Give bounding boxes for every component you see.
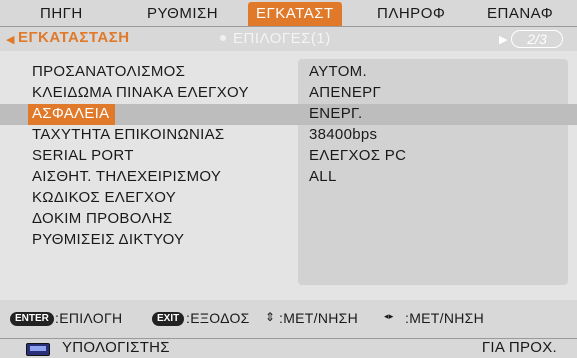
advanced-label: ΓΙΑ ΠΡΟΧ. — [481, 339, 557, 356]
up-down-hint: :ΜΕΤ/ΝΗΣΗ — [279, 310, 359, 326]
row-value[interactable]: ΑΥΤΟΜ. — [309, 63, 367, 80]
arrow-left-icon[interactable]: ◀ — [6, 33, 14, 46]
menu-row-control-panel-lock[interactable]: ΚΛΕΙΔΩΜΑ ΠΙΝΑΚΑ ΕΛΕΓΧΟΥ ΑΠΕΝΕΡΓ — [0, 83, 577, 104]
computer-icon — [26, 343, 50, 356]
menu-row-network-settings[interactable]: ΡΥΘΜΙΣΕΙΣ ΔΙΚΤΥΟΥ — [0, 230, 577, 251]
arrow-right-icon[interactable]: ▶ — [499, 33, 507, 46]
row-label: ΑΣΦΑΛΕΙΑ — [28, 104, 116, 125]
row-label: ΚΩΔΙΚΟΣ ΕΛΕΓΧΟΥ — [32, 189, 177, 206]
tab-source[interactable]: ΠΗΓΗ — [40, 3, 83, 25]
menu-row-orientation[interactable]: ΠΡΟΣΑΝΑΤΟΛΙΣΜΟΣ ΑΥΤΟΜ. — [0, 62, 577, 83]
dot-icon — [220, 35, 226, 41]
row-label: SERIAL PORT — [32, 147, 134, 164]
projector-osd-menu: ΠΗΓΗ ΡΥΘΜΙΣΗ ΕΓΚΑΤΑΣΤ ΠΛΗΡΟΦ ΕΠΑΝΑΦ ◀ ΕΓ… — [0, 0, 577, 358]
row-value[interactable]: ΕΝΕΡΓ. — [309, 105, 362, 122]
left-right-icon: ◂▸ — [384, 311, 394, 321]
row-value[interactable]: ΕΛΕΓΧΟΣ PC — [309, 147, 406, 164]
tab-setup[interactable]: ΕΓΚΑΤΑΣΤ — [248, 2, 342, 26]
tab-adjust[interactable]: ΡΥΘΜΙΣΗ — [147, 3, 218, 25]
row-value[interactable]: ΑΠΕΝΕΡΓ — [309, 84, 381, 101]
row-label: ΑΙΣΘΗΤ. ΤΗΛΕΧΕΙΡΙΣΜΟΥ — [32, 168, 222, 185]
menu-row-communication-speed[interactable]: ΤΑΧΥΤΗΤΑ ΕΠΙΚΟΙΝΩΝΙΑΣ 38400bps — [0, 125, 577, 146]
menu-row-test-pattern[interactable]: ΔΟΚΙΜ ΠΡΟΒΟΛΗΣ — [0, 209, 577, 230]
row-value[interactable]: ALL — [309, 168, 337, 185]
subheader-bar: ◀ ΕΓΚΑΤΑΣΤΑΣΗ ΕΠΙΛΟΓΕΣ(1) ▶ 2/3 — [0, 27, 577, 51]
top-tab-bar: ΠΗΓΗ ΡΥΘΜΙΣΗ ΕΓΚΑΤΑΣΤ ΠΛΗΡΟΦ ΕΠΑΝΑΦ — [0, 0, 577, 27]
menu-panel: ΠΡΟΣΑΝΑΤΟΛΙΣΜΟΣ ΑΥΤΟΜ. ΚΛΕΙΔΩΜΑ ΠΙΝΑΚΑ Ε… — [0, 51, 577, 300]
exit-button-icon: EXIT — [152, 312, 185, 326]
left-right-hint: :ΜΕΤ/ΝΗΣΗ — [405, 310, 485, 326]
menu-row-security[interactable]: ΑΣΦΑΛΕΙΑ ΕΝΕΡΓ. — [0, 104, 577, 125]
exit-hint: :ΕΞΟΔΟΣ — [186, 310, 250, 326]
row-label: ΡΥΘΜΙΣΕΙΣ ΔΙΚΤΥΟΥ — [32, 231, 185, 248]
subpage-options[interactable]: ΕΠΙΛΟΓΕΣ(1) — [233, 30, 331, 47]
enter-hint: :ΕΠΙΛΟΓΗ — [55, 310, 123, 326]
row-label: ΤΑΧΥΤΗΤΑ ΕΠΙΚΟΙΝΩΝΙΑΣ — [32, 126, 225, 143]
menu-row-control-id[interactable]: ΚΩΔΙΚΟΣ ΕΛΕΓΧΟΥ — [0, 188, 577, 209]
input-source: ΥΠΟΛΟΓΙΣΤΗΣ — [62, 339, 170, 356]
up-down-icon: ⇕ — [265, 310, 276, 324]
tab-info[interactable]: ΠΛΗΡΟΦ — [377, 3, 445, 25]
menu-row-remote-sensor[interactable]: ΑΙΣΘΗΤ. ΤΗΛΕΧΕΙΡΙΣΜΟΥ ALL — [0, 167, 577, 188]
page-indicator: 2/3 — [511, 30, 563, 48]
button-hints-bar: ENTER :ΕΠΙΛΟΓΗ EXIT :ΕΞΟΔΟΣ ⇕ :ΜΕΤ/ΝΗΣΗ … — [0, 300, 577, 338]
row-label: ΔΟΚΙΜ ΠΡΟΒΟΛΗΣ — [32, 210, 173, 227]
menu-row-serial-port[interactable]: SERIAL PORT ΕΛΕΓΧΟΣ PC — [0, 146, 577, 167]
row-value[interactable]: 38400bps — [309, 126, 377, 143]
enter-button-icon: ENTER — [10, 312, 54, 326]
row-label: ΠΡΟΣΑΝΑΤΟΛΙΣΜΟΣ — [32, 63, 186, 80]
row-label: ΚΛΕΙΔΩΜΑ ΠΙΝΑΚΑ ΕΛΕΓΧΟΥ — [32, 84, 249, 101]
tab-reset[interactable]: ΕΠΑΝΑΦ — [487, 3, 553, 25]
status-bar: ΥΠΟΛΟΓΙΣΤΗΣ ΓΙΑ ΠΡΟΧ. — [0, 338, 577, 358]
section-title[interactable]: ΕΓΚΑΤΑΣΤΑΣΗ — [18, 29, 130, 46]
